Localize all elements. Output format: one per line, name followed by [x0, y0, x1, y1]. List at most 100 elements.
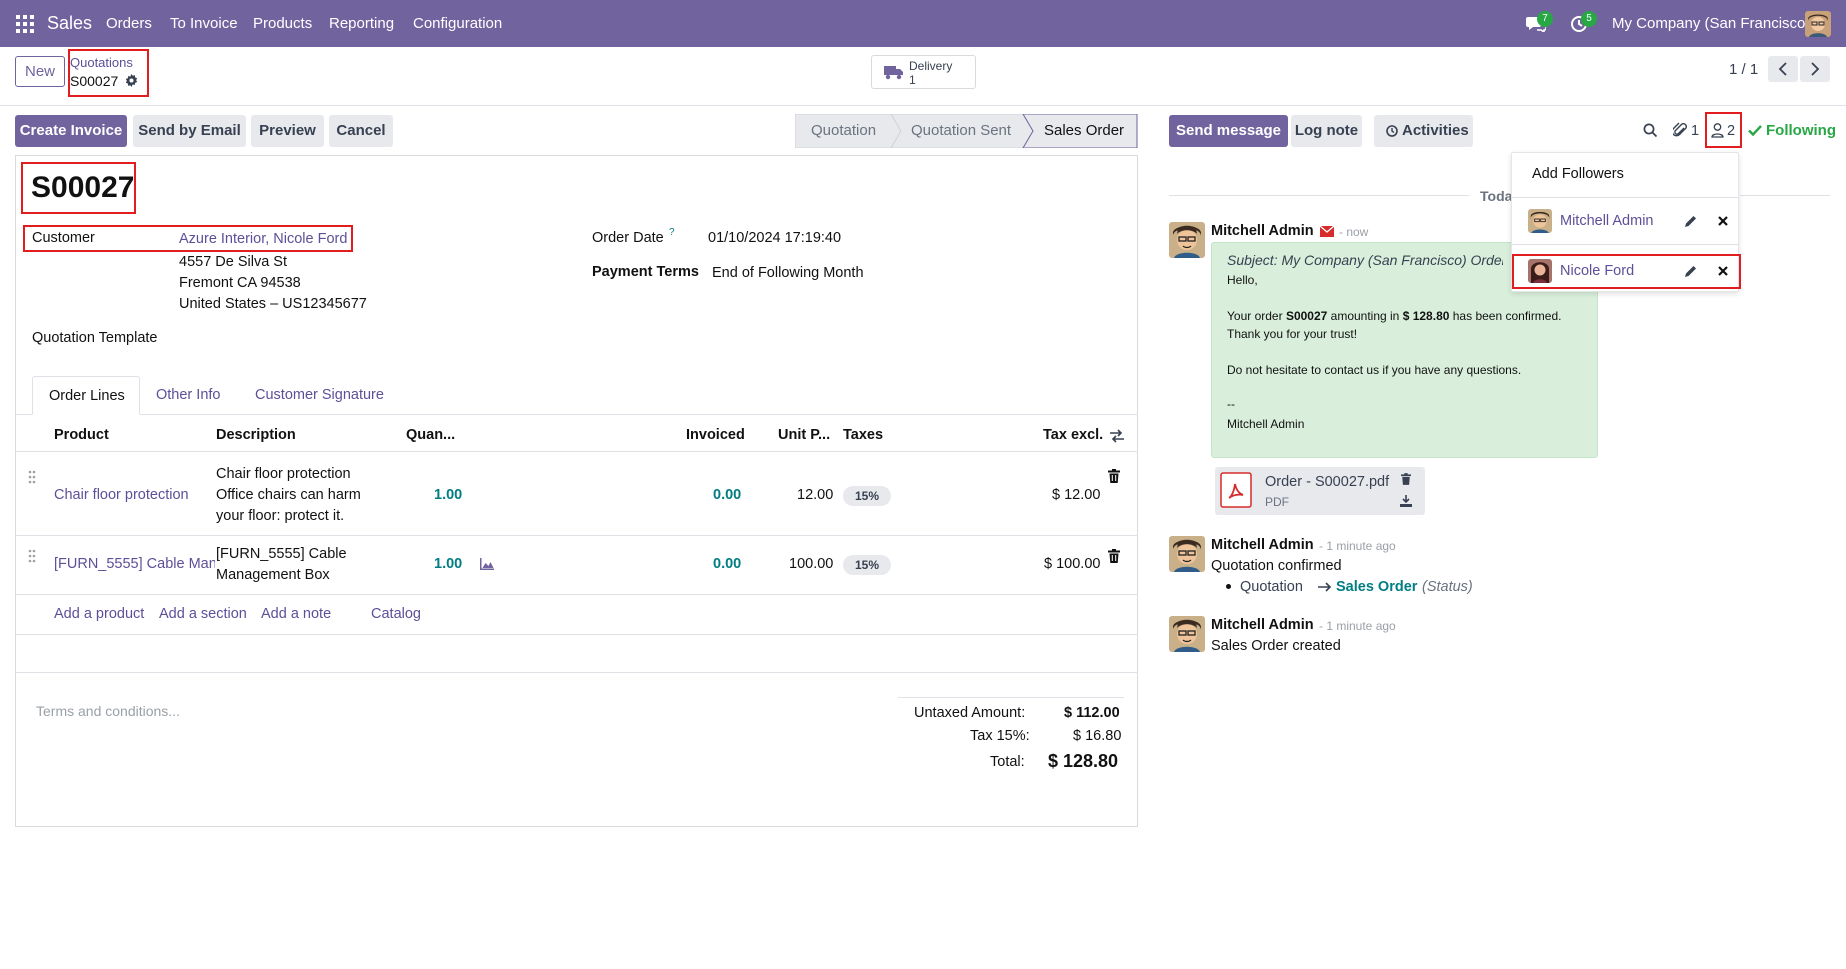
row-divider: [15, 634, 1138, 635]
message-author[interactable]: Mitchell Admin: [1211, 537, 1314, 553]
pager-value[interactable]: 1 / 1: [1729, 61, 1758, 78]
pager-next-button[interactable]: [1800, 56, 1830, 82]
tracking-field: (Status): [1422, 579, 1473, 595]
customer-label: Customer: [32, 230, 95, 246]
followers-count[interactable]: 2: [1727, 123, 1735, 139]
col-unit-price[interactable]: Unit P...: [778, 427, 830, 443]
menu-configuration[interactable]: Configuration: [413, 15, 502, 32]
customer-value[interactable]: Azure Interior, Nicole Ford: [179, 231, 347, 247]
tax-tag[interactable]: 15%: [843, 486, 891, 506]
tab-order-lines[interactable]: Order Lines: [32, 376, 140, 415]
add-product-link[interactable]: Add a product: [54, 606, 144, 622]
delivery-smart-button[interactable]: Delivery 1: [871, 55, 976, 89]
breadcrumb-quotations[interactable]: Quotations: [70, 55, 133, 70]
search-icon[interactable]: [1643, 123, 1658, 138]
catalog-button[interactable]: Catalog: [371, 606, 421, 622]
col-product[interactable]: Product: [54, 427, 109, 443]
tab-customer-signature[interactable]: Customer Signature: [255, 387, 384, 403]
line-quantity[interactable]: 1.00: [434, 556, 462, 572]
log-note-button[interactable]: Log note: [1291, 115, 1362, 147]
message-time: - 1 minute ago: [1319, 539, 1396, 553]
table-row[interactable]: [FURN_5555] Cable Mana [FURN_5555] Cable…: [15, 536, 1138, 594]
apps-menu-icon[interactable]: [16, 15, 34, 33]
stage-sales-order[interactable]: Sales Order: [1044, 122, 1124, 139]
col-quantity[interactable]: Quan...: [406, 427, 455, 443]
stage-quotation[interactable]: Quotation: [811, 122, 876, 139]
create-invoice-button[interactable]: Create Invoice: [15, 115, 127, 147]
forecast-chart-icon[interactable]: [480, 558, 494, 570]
app-name[interactable]: Sales: [47, 13, 92, 34]
dropdown-divider: [1512, 244, 1738, 245]
menu-reporting[interactable]: Reporting: [329, 15, 394, 32]
activities-button[interactable]: Activities: [1374, 115, 1473, 147]
table-row[interactable]: Chair floor protection Chair floor prote…: [15, 452, 1138, 535]
trash-icon[interactable]: [1108, 549, 1120, 563]
user-icon[interactable]: [1711, 123, 1724, 138]
preview-button[interactable]: Preview: [251, 115, 324, 147]
line-unit-price[interactable]: 12.00: [797, 487, 833, 503]
message-body-post: has been confirmed.: [1449, 309, 1562, 323]
message-questions: Do not hesitate to contact us if you hav…: [1227, 363, 1522, 377]
col-taxes[interactable]: Taxes: [843, 427, 883, 443]
close-icon[interactable]: [1718, 216, 1728, 226]
line-product[interactable]: Chair floor protection: [54, 487, 189, 503]
message-author[interactable]: Mitchell Admin: [1211, 223, 1314, 239]
avatar[interactable]: [1169, 616, 1205, 652]
tracking-old-value: Quotation: [1240, 579, 1303, 595]
address-line-2: Fremont CA 94538: [179, 275, 301, 291]
message-author[interactable]: Mitchell Admin: [1211, 617, 1314, 633]
order-date-help[interactable]: ?: [669, 227, 675, 238]
message-text: Sales Order created: [1211, 638, 1341, 654]
paperclip-icon[interactable]: [1673, 122, 1687, 138]
payment-terms-value[interactable]: End of Following Month: [712, 265, 864, 281]
following-button[interactable]: Following: [1766, 122, 1836, 139]
col-tax-excl[interactable]: Tax excl.: [1043, 427, 1103, 443]
envelope-icon: [1320, 226, 1334, 237]
download-icon[interactable]: [1400, 495, 1412, 507]
attachment-card[interactable]: Order - S00027.pdf PDF: [1215, 467, 1425, 515]
col-description[interactable]: Description: [216, 427, 296, 443]
terms-input[interactable]: Terms and conditions...: [36, 703, 180, 719]
menu-to-invoice[interactable]: To Invoice: [170, 15, 238, 32]
address-line-3: United States – US12345677: [179, 296, 367, 312]
order-date-value[interactable]: 01/10/2024 17:19:40: [708, 230, 841, 246]
gear-icon[interactable]: [125, 74, 138, 87]
cancel-button[interactable]: Cancel: [329, 115, 393, 147]
user-avatar[interactable]: [1805, 11, 1831, 37]
trash-icon[interactable]: [1108, 469, 1120, 483]
line-subtotal: $ 12.00: [1052, 487, 1101, 503]
avatar[interactable]: [1169, 536, 1205, 572]
avatar[interactable]: [1169, 222, 1205, 258]
pager-prev-button[interactable]: [1768, 56, 1798, 82]
truck-icon: [884, 65, 904, 80]
company-switcher[interactable]: My Company (San Francisco): [1612, 15, 1810, 32]
new-button[interactable]: New: [15, 56, 65, 87]
add-note-link[interactable]: Add a note: [261, 606, 331, 622]
follower-name[interactable]: Mitchell Admin: [1560, 213, 1653, 229]
stage-quotation-sent[interactable]: Quotation Sent: [911, 122, 1011, 139]
menu-orders[interactable]: Orders: [106, 15, 152, 32]
pencil-icon[interactable]: [1685, 215, 1697, 227]
statusbar: Quotation Quotation Sent Sales Order: [795, 114, 1138, 148]
attachments-count[interactable]: 1: [1691, 123, 1699, 139]
col-invoiced[interactable]: Invoiced: [686, 427, 745, 443]
tab-other-info[interactable]: Other Info: [156, 387, 220, 403]
add-followers-item[interactable]: Add Followers: [1532, 166, 1624, 182]
drag-handle-icon[interactable]: [28, 470, 36, 484]
send-by-email-button[interactable]: Send by Email: [133, 115, 246, 147]
line-unit-price[interactable]: 100.00: [789, 556, 833, 572]
total-label: Total:: [990, 754, 1025, 770]
line-product[interactable]: [FURN_5555] Cable Mana: [54, 556, 215, 572]
breadcrumb-current: S00027: [70, 73, 119, 89]
optional-columns-icon[interactable]: [1109, 428, 1125, 444]
trash-icon[interactable]: [1401, 473, 1411, 485]
tax-tag[interactable]: 15%: [843, 555, 891, 575]
line-quantity[interactable]: 1.00: [434, 487, 462, 503]
message-time: - now: [1339, 225, 1369, 239]
send-message-button[interactable]: Send message: [1169, 115, 1288, 147]
drag-handle-icon[interactable]: [28, 549, 36, 563]
menu-products[interactable]: Products: [253, 15, 312, 32]
record-title: S00027: [31, 171, 135, 204]
add-section-link[interactable]: Add a section: [159, 606, 247, 622]
message-text: Quotation confirmed: [1211, 558, 1342, 574]
